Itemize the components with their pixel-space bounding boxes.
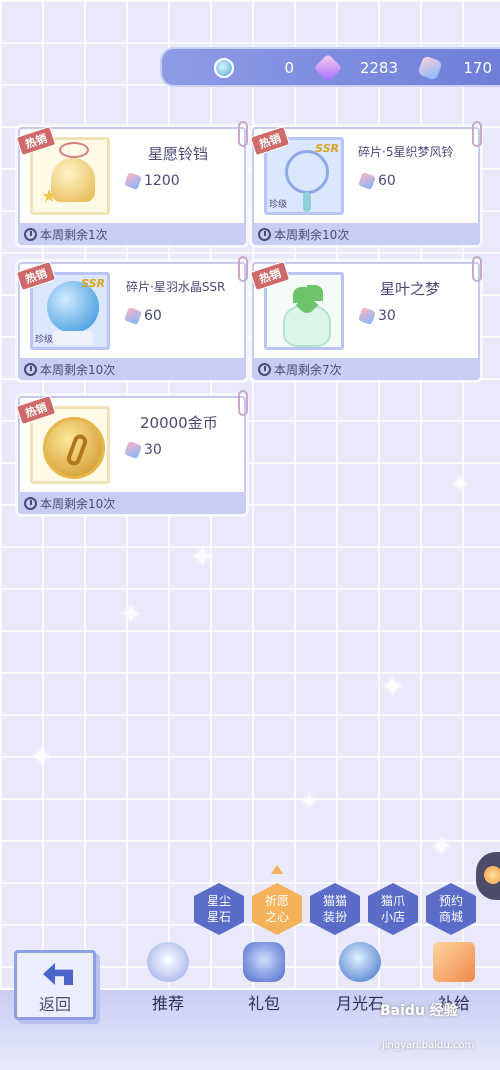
limit-text: 本周剩余10次: [40, 496, 116, 511]
crystal-icon: [124, 172, 142, 190]
paperclip-icon: [238, 390, 248, 416]
item-price: 60: [124, 307, 162, 325]
sparkle-icon: ✦: [30, 740, 54, 773]
currency-orb[interactable]: 0: [214, 57, 294, 79]
sparkle-icon: ✦: [430, 830, 454, 863]
tab-label: 推荐: [151, 994, 184, 1013]
crystal-icon: [124, 307, 142, 325]
moonstone-icon: [339, 942, 381, 982]
currency-bar: 0 2283 170: [160, 47, 500, 87]
purple-star-gem-icon: [313, 53, 343, 83]
item-price: 60: [358, 172, 396, 190]
shop-item-card[interactable]: 热销 星叶之梦 30 本周剩余7次: [249, 256, 482, 380]
shop-item-card[interactable]: SSR 珍级 热销 碎片·5星织梦风铃 60 本周剩余10次: [249, 121, 482, 245]
tab-gift-pack[interactable]: 礼包: [224, 942, 304, 1013]
purchase-limit: 本周剩余10次: [18, 358, 246, 380]
category-cat-outfit[interactable]: 猫猫 装扮: [310, 883, 360, 935]
back-label: 返回: [38, 995, 71, 1014]
currency-crystal[interactable]: 170: [417, 55, 496, 81]
item-title: 碎片·星羽水晶SSR: [126, 280, 226, 294]
crystal-icon: [358, 307, 376, 325]
category-stardust-stone[interactable]: 星尘 星石: [194, 883, 244, 935]
back-arrow-icon: [43, 963, 73, 985]
swan-icon: [147, 942, 189, 982]
paperclip-icon: [238, 121, 248, 147]
item-title: 碎片·5星织梦风铃: [358, 145, 454, 159]
currency-star-gem[interactable]: 2283: [313, 53, 398, 83]
clock-icon: [258, 227, 271, 241]
tab-recommend[interactable]: 推荐: [128, 942, 208, 1013]
price-value: 60: [144, 308, 162, 324]
purchase-limit: 本周剩余10次: [252, 223, 480, 245]
active-indicator-arrow: [271, 865, 283, 874]
tab-label: 礼包: [247, 994, 280, 1013]
star-icon: ★: [41, 186, 58, 207]
pink-crystal-icon: [417, 55, 443, 81]
shop-item-card[interactable]: SSR 珍级 热销 碎片·星羽水晶SSR 60 本周剩余10次: [15, 256, 248, 380]
purchase-limit: 本周剩余1次: [18, 223, 246, 245]
side-menu-toggle[interactable]: [476, 852, 500, 900]
shopping-bag-icon: [433, 942, 475, 982]
rank-label: 珍级: [269, 200, 288, 210]
price-value: 30: [144, 442, 162, 458]
item-price: 30: [358, 307, 396, 325]
limit-text: 本周剩余7次: [274, 362, 342, 377]
ssr-badge: SSR: [81, 277, 105, 290]
crystal-icon: [124, 441, 142, 459]
price-value: 30: [378, 308, 396, 324]
paperclip-icon: [238, 256, 248, 282]
clock-icon: [24, 496, 37, 510]
item-title: 20000金币: [140, 414, 218, 432]
bell-icon: [51, 158, 95, 202]
item-title: 星叶之梦: [380, 280, 441, 298]
purchase-limit: 本周剩余10次: [18, 492, 246, 514]
sparkle-icon: ✦: [120, 600, 142, 630]
watermark-url: jingyan.baidu.com: [382, 1040, 475, 1051]
purchase-limit: 本周剩余7次: [252, 358, 480, 380]
globe-base: [53, 331, 93, 345]
limit-text: 本周剩余1次: [40, 227, 108, 242]
crystal-icon: [358, 172, 376, 190]
clock-icon: [258, 362, 271, 376]
item-price: 1200: [124, 172, 180, 190]
coin-emblem: [64, 432, 90, 468]
sparkle-icon: ✦: [190, 540, 216, 575]
category-reservation-mall[interactable]: 预约 商城: [426, 883, 476, 935]
sparkle-icon: ✦: [380, 670, 406, 705]
currency-value: 170: [463, 59, 492, 77]
currency-value: 2283: [359, 59, 398, 77]
rank-label: 珍级: [35, 335, 54, 345]
gold-coin-icon: [43, 417, 105, 479]
shop-item-card[interactable]: 热销 20000金币 30 本周剩余10次: [15, 390, 248, 514]
limit-text: 本周剩余10次: [274, 227, 350, 242]
gift-icon: [243, 942, 285, 982]
item-title: 星愿铃铛: [148, 145, 209, 163]
currency-value: 0: [284, 59, 294, 77]
clock-icon: [24, 227, 37, 241]
price-value: 1200: [144, 173, 180, 189]
watermark-logo: Baidu 经验: [380, 1003, 458, 1019]
shop-item-card[interactable]: ★ 热销 星愿铃铛 1200 本周剩余1次: [15, 121, 248, 245]
paperclip-icon: [472, 121, 482, 147]
dreamcatcher-icon: [285, 150, 329, 194]
sparkle-icon: ✦: [450, 470, 471, 498]
paperclip-icon: [472, 256, 482, 282]
category-wish-heart[interactable]: 祈愿 之心: [252, 883, 302, 935]
item-price: 30: [124, 441, 162, 459]
ribbon-icon: [59, 142, 89, 158]
sparkle-icon: ✦: [300, 790, 319, 815]
clock-icon: [24, 362, 37, 376]
feather-icon: [303, 192, 311, 212]
back-button[interactable]: 返回: [14, 950, 96, 1020]
price-value: 60: [378, 173, 396, 189]
ssr-badge: SSR: [315, 142, 339, 155]
category-paw-shop[interactable]: 猫爪 小店: [368, 883, 418, 935]
blue-orb-icon: [214, 58, 234, 78]
limit-text: 本周剩余10次: [40, 362, 116, 377]
